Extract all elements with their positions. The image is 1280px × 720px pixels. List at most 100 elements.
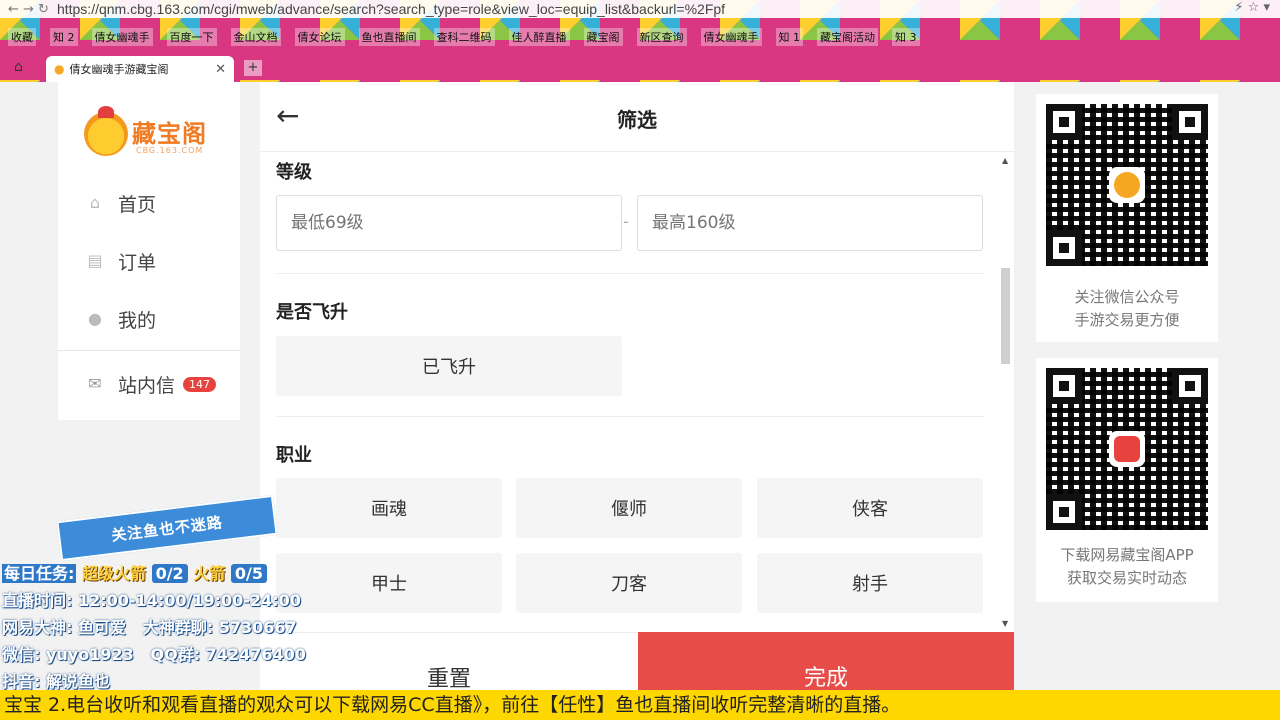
url-text[interactable]: https://qnm.cbg.163.com/cgi/mweb/advance… <box>57 1 1157 17</box>
max-level-input[interactable] <box>637 195 983 251</box>
filter-panel: ← 筛选 等级 - 是否飞升 已飞升 职业 画魂 偃师 侠客 甲士 刀客 射手 … <box>260 82 1014 720</box>
sidebar-item-orders[interactable]: ▤ 订单 <box>86 246 156 276</box>
class-option[interactable]: 甲士 <box>276 553 502 613</box>
logo[interactable]: 藏宝阁 CBG.163.COM <box>84 104 224 164</box>
new-tab-button[interactable]: + <box>244 60 262 76</box>
app-qr-card: 下载网易藏宝阁APP 获取交易实时动态 <box>1036 358 1218 602</box>
class-option[interactable]: 射手 <box>757 553 983 613</box>
qr-finder <box>1046 104 1082 140</box>
home-icon[interactable]: ⌂ <box>14 59 23 75</box>
qr-caption-line: 手游交易更方便 <box>1074 311 1180 329</box>
class-option[interactable]: 画魂 <box>276 478 502 538</box>
level-section-title: 等级 <box>276 162 312 183</box>
app-qr-code <box>1046 368 1208 530</box>
bookmark-item[interactable]: 藏宝阁 <box>583 28 623 46</box>
overlay-count: 0/5 <box>230 564 267 583</box>
panel-header: ← 筛选 <box>260 82 1014 152</box>
overlay-key: 抖音: <box>2 672 41 691</box>
section-divider <box>276 416 984 417</box>
bookmarks-bar: 收藏知 2 倩女幽魂手 百度一下 金山文档 倩女论坛 鱼也直播间 查科二维码 佳人醉直播 藏宝阁… <box>0 26 1280 48</box>
back-nav-icon[interactable]: ← → ↻ <box>8 2 49 17</box>
qr-caption-line: 下载网易藏宝阁APP <box>1060 546 1194 564</box>
bookmark-item[interactable]: 知 3 <box>892 28 920 46</box>
bookmark-item[interactable]: 新区查询 <box>636 28 687 46</box>
overlay-value: 解说鱼也 <box>45 672 110 691</box>
overlay-key: QQ群: <box>150 645 201 664</box>
tab-close-icon[interactable]: ✕ <box>215 62 226 77</box>
overlay-value: 742476400 <box>205 645 306 664</box>
stream-info-overlay: 每日任务: 超级火箭 0/2 火箭 0/5 直播时间: 12:00-14:00/… <box>2 560 306 695</box>
wechat-qr-code <box>1046 104 1208 266</box>
sidebar-item-label: 订单 <box>118 251 157 274</box>
address-bar[interactable]: ← → ↻ https://qnm.cbg.163.com/cgi/mweb/a… <box>0 0 1280 18</box>
order-icon: ▤ <box>87 251 103 270</box>
overlay-key: 每日任务: <box>2 564 77 583</box>
sidebar: 藏宝阁 CBG.163.COM ⌂ 首页 ▤ 订单 ● 我的 ✉ 站内信 147 <box>58 82 240 420</box>
bookmark-item[interactable]: 鱼也直播间 <box>358 28 420 46</box>
bookmark-item[interactable]: 百度一下 <box>166 28 217 46</box>
qr-finder <box>1046 230 1082 266</box>
overlay-value: 超级火箭 <box>81 564 146 583</box>
tab-active[interactable]: ● 倩女幽魂手游藏宝阁 ✕ <box>46 56 234 82</box>
class-option[interactable]: 偃师 <box>516 478 742 538</box>
tab-favicon-icon: ● <box>54 62 65 76</box>
tab-title: 倩女幽魂手游藏宝阁 <box>69 63 169 76</box>
bookmark-item[interactable]: 倩女幽魂手 <box>91 28 153 46</box>
bookmark-item[interactable]: 知 2 <box>50 28 78 46</box>
overlay-value: 5730667 <box>218 618 297 637</box>
user-icon: ● <box>88 309 102 328</box>
logo-subtitle: CBG.163.COM <box>136 146 204 155</box>
stream-time-line: 直播时间: 12:00-14:00/19:00-24:00 <box>2 587 306 614</box>
qr-caption: 下载网易藏宝阁APP 获取交易实时动态 <box>1036 544 1218 590</box>
sidebar-item-label: 首页 <box>118 193 157 216</box>
qr-caption-line: 关注微信公众号 <box>1074 288 1180 306</box>
range-dash: - <box>623 212 629 231</box>
overlay-value: 火箭 <box>193 564 226 583</box>
overlay-key: 微信: <box>2 645 41 664</box>
bookmark-item[interactable]: 倩女论坛 <box>294 28 345 46</box>
qr-caption-line: 获取交易实时动态 <box>1066 569 1187 587</box>
overlay-key: 直播时间: <box>2 591 73 610</box>
class-option[interactable]: 刀客 <box>516 553 742 613</box>
scrollbar-thumb[interactable] <box>1001 268 1010 364</box>
option-flown[interactable]: 已飞升 <box>276 336 622 396</box>
scrolling-ticker: 宝宝 2.电台收听和观看直播的观众可以下载网易CC直播》，前往【任性】鱼也直播间… <box>0 690 1280 720</box>
bookmark-item[interactable]: 知 1 <box>775 28 803 46</box>
class-section-title: 职业 <box>276 445 312 466</box>
mail-icon: ✉ <box>88 374 102 393</box>
sidebar-item-mine[interactable]: ● 我的 <box>86 304 156 334</box>
sidebar-item-home[interactable]: ⌂ 首页 <box>86 188 156 218</box>
qr-finder <box>1046 494 1082 530</box>
bookmark-item[interactable]: 倩女幽魂手 <box>700 28 762 46</box>
unread-count-badge: 147 <box>183 376 217 392</box>
bookmark-item[interactable]: 佳人醉直播 <box>508 28 570 46</box>
bookmark-item[interactable]: 藏宝阁活动 <box>817 28 878 46</box>
sidebar-item-label: 我的 <box>118 309 157 332</box>
logo-mascot-icon <box>84 106 128 156</box>
overlay-key: 网易大神: <box>2 618 73 637</box>
class-option[interactable]: 侠客 <box>757 478 983 538</box>
star-icon[interactable]: ⚡ ☆ ▾ <box>1234 0 1270 15</box>
home-icon: ⌂ <box>89 193 101 212</box>
bookmark-item[interactable]: 收藏 <box>8 28 36 46</box>
min-level-input[interactable] <box>276 195 622 251</box>
sidebar-item-label: 站内信 <box>118 374 176 397</box>
scroll-up-icon[interactable]: ▲ <box>1002 156 1008 165</box>
overlay-value: yuyo1923 <box>45 645 134 664</box>
overlay-count: 0/2 <box>151 564 188 583</box>
netease-god-line: 网易大神: 鱼可爱 大神群聊: 5730667 <box>2 614 306 641</box>
section-divider <box>276 273 984 274</box>
bookmark-item[interactable]: 金山文档 <box>230 28 281 46</box>
bookmark-item[interactable]: 查科二维码 <box>433 28 495 46</box>
qr-logo-icon <box>1109 167 1145 203</box>
flight-section-title: 是否飞升 <box>276 302 348 323</box>
scrollbar[interactable]: ▲ ▼ <box>998 156 1014 628</box>
qr-logo-icon <box>1109 431 1145 467</box>
sidebar-item-messages[interactable]: ✉ 站内信 147 <box>86 369 217 399</box>
scroll-down-icon[interactable]: ▼ <box>1002 619 1008 628</box>
qr-caption: 关注微信公众号 手游交易更方便 <box>1036 286 1218 332</box>
tab-strip: ⌂ ● 倩女幽魂手游藏宝阁 ✕ + <box>0 56 1280 82</box>
logo-name: 藏宝阁 <box>132 120 207 148</box>
overlay-value: 12:00-14:00/19:00-24:00 <box>77 591 301 610</box>
sidebar-divider <box>58 350 240 351</box>
